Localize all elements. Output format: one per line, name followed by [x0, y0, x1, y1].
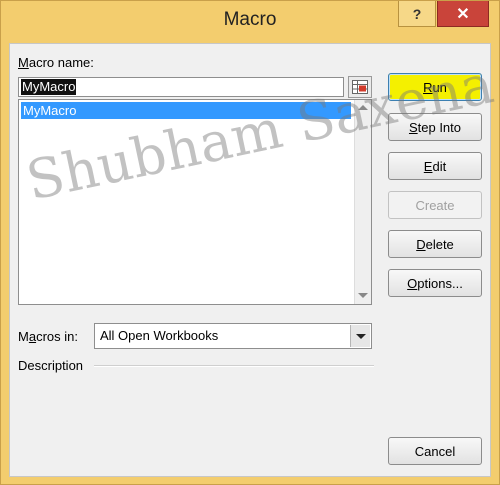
scroll-up-icon[interactable] [358, 105, 368, 110]
macro-list-scrollbar[interactable] [354, 100, 371, 304]
description-divider [94, 365, 374, 367]
title-bar[interactable]: Macro ? ✕ [1, 1, 499, 41]
description-label: Description [18, 358, 84, 373]
macros-in-label: Macros in: [18, 329, 78, 344]
macro-name-input[interactable]: MyMacro [18, 77, 344, 97]
help-button[interactable]: ? [398, 1, 436, 27]
cancel-button[interactable]: Cancel [388, 437, 482, 465]
macro-name-value: MyMacro [21, 79, 77, 95]
dialog-body: Macro name: MyMacro MyMacro Macros in: A… [9, 43, 491, 477]
edit-button[interactable]: Edit [388, 152, 482, 180]
macro-dialog: Macro ? ✕ Macro name: MyMacro MyMacro Ma… [0, 0, 500, 485]
range-selector-icon [352, 80, 368, 94]
collapse-dialog-button[interactable] [348, 76, 372, 98]
step-into-button[interactable]: Step Into [388, 113, 482, 141]
macros-in-dropdown[interactable]: All Open Workbooks [94, 323, 372, 349]
macros-in-selected: All Open Workbooks [100, 328, 219, 343]
list-item[interactable]: MyMacro [21, 102, 351, 119]
options-button[interactable]: Options... [388, 269, 482, 297]
dropdown-arrow-icon[interactable] [350, 325, 370, 347]
delete-button[interactable]: Delete [388, 230, 482, 258]
scroll-down-icon[interactable] [358, 293, 368, 298]
macro-name-label: Macro name: [18, 55, 94, 70]
create-button: Create [388, 191, 482, 219]
run-button[interactable]: Run [388, 73, 482, 101]
close-button[interactable]: ✕ [437, 1, 489, 27]
macro-list[interactable]: MyMacro [18, 99, 372, 305]
